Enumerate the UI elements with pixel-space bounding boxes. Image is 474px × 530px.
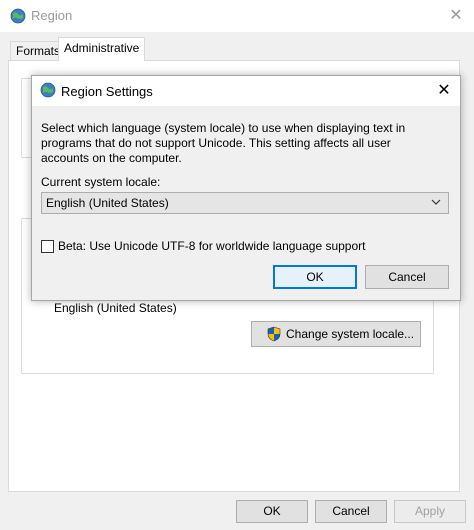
system-locale-select[interactable]: English (United States) (41, 192, 449, 214)
globe-icon (40, 82, 56, 98)
current-locale-label: Current system locale: (41, 175, 161, 189)
close-icon: ✕ (437, 82, 451, 99)
region-settings-dialog: Region Settings ✕ Select which language … (31, 75, 461, 301)
close-icon: ✕ (449, 7, 463, 24)
chevron-down-icon (431, 199, 441, 205)
dialog-ok-button[interactable]: OK (273, 265, 357, 289)
region-window-title: Region (31, 8, 73, 23)
region-cancel-button[interactable]: Cancel (315, 500, 387, 523)
dialog-description: Select which language (system locale) to… (41, 121, 406, 165)
utf8-beta-checkbox[interactable] (41, 240, 54, 253)
uac-shield-icon (267, 326, 281, 342)
utf8-beta-label[interactable]: Beta: Use Unicode UTF-8 for worldwide la… (58, 239, 366, 253)
current-locale-text: English (United States) (54, 301, 177, 315)
region-ok-button[interactable]: OK (236, 500, 308, 523)
dialog-titlebar[interactable]: Region Settings ✕ (32, 76, 460, 106)
region-apply-button[interactable]: Apply (394, 500, 466, 523)
region-close-button[interactable]: ✕ (444, 4, 468, 28)
dialog-title: Region Settings (61, 84, 153, 99)
dialog-cancel-button[interactable]: Cancel (365, 265, 449, 289)
globe-icon (10, 8, 26, 24)
system-locale-value: English (United States) (46, 196, 169, 210)
dialog-close-button[interactable]: ✕ (432, 79, 456, 103)
tab-administrative[interactable]: Administrative (58, 37, 146, 61)
region-titlebar[interactable]: Region ✕ (0, 0, 474, 32)
change-locale-label: Change system locale... (286, 327, 415, 341)
change-system-locale-button[interactable]: Change system locale... (251, 321, 421, 347)
